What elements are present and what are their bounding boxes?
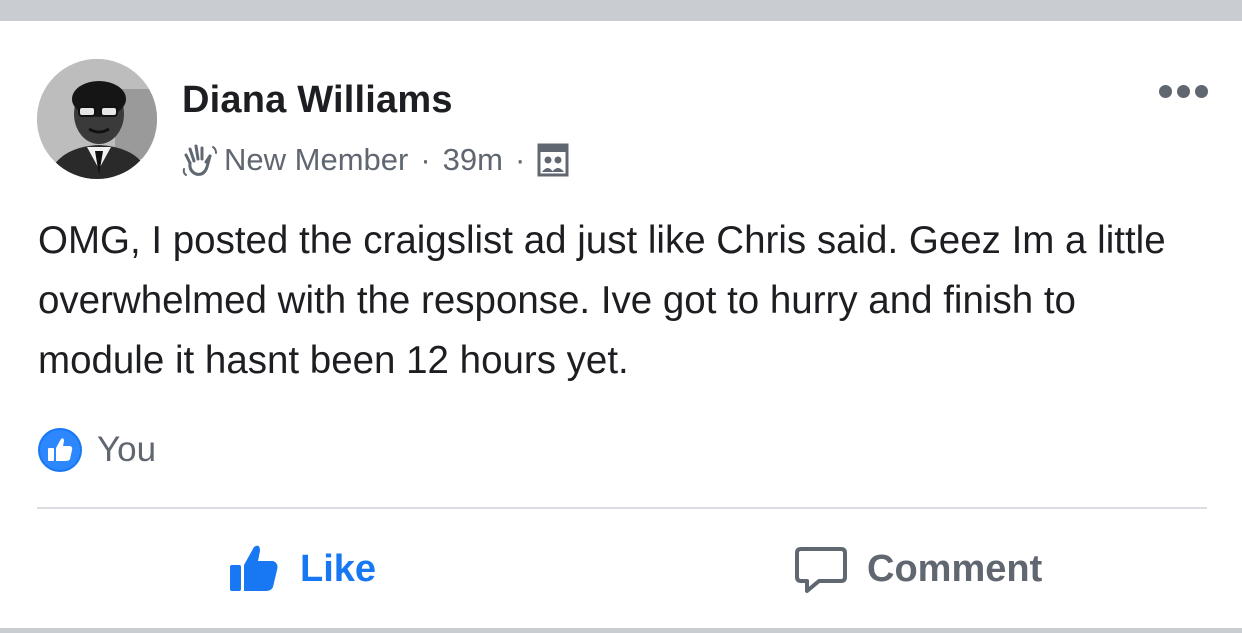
reactions-summary[interactable]: You xyxy=(37,427,156,473)
like-button[interactable]: Like xyxy=(226,529,376,609)
like-label: Like xyxy=(300,547,377,590)
post-text: OMG, I posted the craigslist ad just lik… xyxy=(38,219,1166,382)
more-dot xyxy=(1158,84,1172,98)
divider xyxy=(37,507,1207,509)
comment-bubble-icon xyxy=(795,547,847,593)
post-card: Diana Williams New Member · 39m · OMG, I… xyxy=(0,21,1242,628)
waving-hand-icon xyxy=(182,144,217,176)
feed-separator-top xyxy=(0,0,1242,21)
more-options-button[interactable] xyxy=(1150,79,1216,103)
meta-separator: · xyxy=(514,142,526,177)
more-dot xyxy=(1176,84,1190,98)
member-badge: New Member xyxy=(224,142,409,177)
avatar[interactable] xyxy=(37,59,157,179)
feed-separator-bottom xyxy=(0,628,1242,633)
meta-separator: · xyxy=(420,142,431,177)
reactor-name: You xyxy=(97,430,157,469)
thumbs-up-icon xyxy=(230,545,278,591)
comment-label: Comment xyxy=(867,547,1043,590)
post-timestamp[interactable]: 39m xyxy=(443,142,503,178)
post-meta: New Member · 39m · xyxy=(180,140,569,180)
more-dot xyxy=(1194,84,1208,98)
like-badge-icon xyxy=(38,428,82,472)
group-icon xyxy=(537,143,569,177)
author-name[interactable]: Diana Williams xyxy=(182,79,453,122)
comment-button[interactable]: Comment xyxy=(793,529,1042,609)
